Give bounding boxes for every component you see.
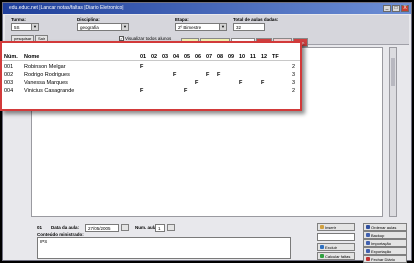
num-aula-input[interactable]: 1: [155, 224, 165, 232]
day-header-04: 04: [173, 54, 180, 60]
total-aulas-field[interactable]: 32: [233, 23, 265, 31]
title-bar: edu.educ.net |Lancar notas/faltas |Diari…: [3, 3, 411, 14]
vertical-scrollbar[interactable]: [389, 47, 397, 217]
disciplina-value: geografia: [80, 25, 99, 30]
ordenar-label: Ordenar aulas: [371, 224, 397, 230]
total-aulas-value: 32: [236, 25, 242, 30]
table-row[interactable]: 003 Vanessa Marques F F F 3: [2, 79, 300, 87]
aula-field[interactable]: [317, 233, 355, 241]
data-aula-label: Data da aula:: [51, 225, 80, 230]
day-header-02: 02: [151, 54, 158, 60]
disciplina-select[interactable]: geografia ▼: [77, 23, 129, 31]
tf-header: TF: [272, 54, 279, 60]
total-aulas-label: Total de aulas dadas:: [233, 17, 279, 22]
delete-icon: [320, 245, 324, 249]
calcular-label: Calcular faltas: [325, 253, 351, 259]
attendance-cell[interactable]: F: [261, 79, 271, 87]
conteudo-textarea[interactable]: IPS: [37, 237, 291, 259]
total-faltas: 3: [292, 80, 296, 86]
excluir-button[interactable]: Excluir: [317, 243, 355, 251]
chevron-down-icon: ▼: [31, 24, 38, 30]
student-name: Robinson Melgar: [24, 64, 66, 70]
fechar-diario-button[interactable]: Fechar Diário: [363, 255, 407, 263]
ordenar-aulas-button[interactable]: Ordenar aulas: [363, 223, 407, 231]
day-header-03: 03: [162, 54, 169, 60]
check-icon: [320, 254, 324, 258]
excluir-label: Excluir: [325, 244, 338, 250]
backup-button[interactable]: Backup: [363, 231, 407, 239]
day-header-05: 05: [184, 54, 191, 60]
day-header-09: 09: [228, 54, 235, 60]
sort-icon: [366, 225, 370, 229]
student-name: Rodrigo Rodrigues: [24, 72, 70, 78]
exportacao-label: Exportação: [371, 248, 392, 254]
day-header-06: 06: [195, 54, 202, 60]
day-header-08: 08: [217, 54, 224, 60]
inserir-button[interactable]: Inserir: [317, 223, 355, 231]
backup-icon: [366, 233, 370, 237]
day-header-10: 10: [239, 54, 246, 60]
etapa-value: 2º Bimestre: [178, 25, 202, 30]
etapa-select[interactable]: 2º Bimestre ▼: [175, 23, 227, 31]
nome-header: Nome: [24, 54, 40, 60]
attendance-cell[interactable]: F: [195, 79, 205, 87]
attendance-cell[interactable]: F: [140, 63, 150, 71]
table-row[interactable]: 004 Vinicius Casagrande F F 2: [2, 87, 300, 95]
table-header: Núm. Nome 01 02 03 04 05 06 07 08 09 10 …: [2, 53, 300, 61]
importacao-label: Importação: [371, 240, 392, 246]
day-header-07: 07: [206, 54, 213, 60]
close-x-icon: [366, 257, 370, 261]
importacao-button[interactable]: Importação: [363, 239, 407, 247]
num-header: Núm.: [4, 54, 18, 60]
attendance-cell[interactable]: F: [206, 71, 216, 79]
chevron-down-icon: ▼: [219, 24, 226, 30]
row-number: 003: [4, 80, 14, 86]
row-number: 001: [4, 64, 14, 70]
scrollbar-thumb[interactable]: [391, 58, 395, 86]
import-icon: [366, 241, 370, 245]
table-row[interactable]: 002 Rodrigo Rodrigues F F F 3: [2, 71, 300, 79]
turma-select[interactable]: 5S ▼: [11, 23, 39, 31]
chevron-down-icon: ▼: [121, 24, 128, 30]
etapa-label: Etapa:: [175, 17, 189, 22]
day-header-11: 11: [250, 54, 256, 60]
attendance-cell[interactable]: F: [140, 87, 150, 95]
backup-label: Backup: [371, 232, 385, 238]
aula-number: 01: [37, 225, 43, 230]
total-faltas: 3: [292, 72, 296, 78]
attendance-cell[interactable]: F: [184, 87, 194, 95]
window-controls: _ □ X: [383, 5, 409, 12]
close-button[interactable]: X: [401, 5, 409, 12]
calendar-icon[interactable]: [121, 224, 129, 231]
export-icon: [366, 249, 370, 253]
day-header-12: 12: [261, 54, 268, 60]
maximize-button[interactable]: □: [392, 5, 400, 12]
row-number: 004: [4, 88, 14, 94]
fechar-label: Fechar Diário: [371, 256, 396, 262]
day-header-01: 01: [140, 54, 147, 60]
total-faltas: 2: [292, 64, 296, 70]
attendance-cell[interactable]: F: [173, 71, 183, 79]
student-name: Vanessa Marques: [24, 80, 68, 86]
turma-value: 5S: [14, 25, 20, 30]
window-title: edu.educ.net |Lancar notas/faltas |Diari…: [9, 5, 124, 11]
turma-label: Turma:: [11, 17, 26, 22]
data-aula-input[interactable]: 27/05/2005: [85, 224, 119, 232]
student-name: Vinicius Casagrande: [24, 88, 75, 94]
row-number: 002: [4, 72, 14, 78]
attendance-cell[interactable]: F: [217, 71, 227, 79]
actions-panel: Inserir Excluir Calcular faltas Ordenar …: [315, 223, 409, 263]
stepper-icon[interactable]: [167, 224, 175, 231]
lesson-details-panel: 01 Data da aula: 27/05/2005 Num. aula: 1…: [31, 221, 311, 259]
total-faltas: 2: [292, 88, 296, 94]
attendance-table-callout: Núm. Nome 01 02 03 04 05 06 07 08 09 10 …: [0, 41, 302, 111]
exportacao-button[interactable]: Exportação: [363, 247, 407, 255]
table-row[interactable]: 001 Robinson Melgar F 2: [2, 63, 300, 71]
minimize-button[interactable]: _: [383, 5, 391, 12]
attendance-cell[interactable]: F: [239, 79, 249, 87]
inserir-label: Inserir: [325, 224, 337, 230]
insert-icon: [320, 225, 324, 229]
disciplina-label: Disciplina:: [77, 17, 100, 22]
calcular-faltas-button[interactable]: Calcular faltas: [317, 252, 355, 260]
